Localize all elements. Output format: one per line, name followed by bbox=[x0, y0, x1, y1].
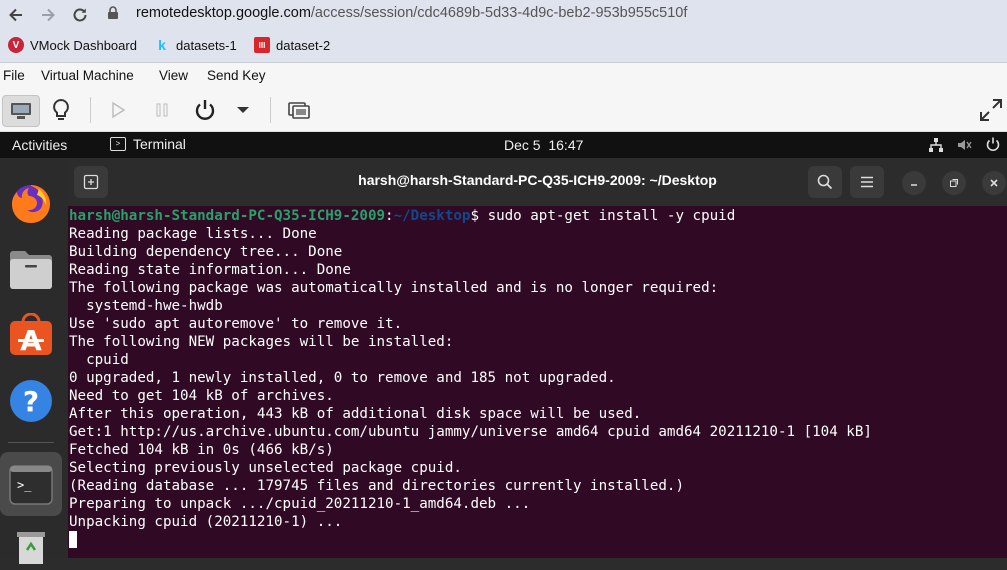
output-line: Need to get 104 kB of archives. bbox=[69, 388, 334, 404]
bookmark-label: datasets-1 bbox=[176, 37, 237, 53]
output-line: The following NEW packages will be insta… bbox=[69, 334, 454, 350]
bulb-icon[interactable] bbox=[46, 95, 76, 125]
app-store-icon[interactable]: A bbox=[8, 312, 54, 358]
hamburger-icon bbox=[861, 176, 873, 188]
terminal-headerbar: harsh@harsh-Standard-PC-Q35-ICH9-2009: ~… bbox=[68, 158, 1007, 207]
output-line: Selecting previously unselected package … bbox=[69, 460, 462, 476]
output-line: Use 'sudo apt autoremove' to remove it. bbox=[69, 316, 403, 332]
hamburger-menu-button[interactable] bbox=[850, 166, 884, 198]
display-console-icon[interactable] bbox=[2, 95, 40, 127]
screenshot-icon[interactable] bbox=[284, 95, 314, 125]
close-button[interactable] bbox=[982, 171, 1006, 195]
output-line: Get:1 http://us.archive.ubuntu.com/ubunt… bbox=[69, 424, 872, 440]
svg-text:>_: >_ bbox=[17, 478, 32, 492]
menu-virtual-machine[interactable]: Virtual Machine bbox=[41, 68, 134, 83]
dock-separator bbox=[8, 442, 54, 443]
back-arrow-icon[interactable] bbox=[4, 3, 28, 27]
volume-muted-icon[interactable] bbox=[956, 137, 972, 156]
terminal-small-icon: > bbox=[110, 137, 126, 151]
activities-button[interactable]: Activities bbox=[12, 137, 67, 153]
output-line: Reading package lists... Done bbox=[69, 226, 317, 242]
dropdown-arrow-icon[interactable] bbox=[230, 95, 256, 125]
app-menu-terminal[interactable]: > Terminal bbox=[110, 136, 186, 152]
bookmark-vmock[interactable]: V VMock Dashboard bbox=[8, 37, 137, 53]
svg-text:?: ? bbox=[23, 385, 39, 418]
output-line: Building dependency tree... Done bbox=[69, 244, 343, 260]
gnome-top-bar: Activities > Terminal Dec 5 16:47 bbox=[0, 132, 1007, 158]
search-button[interactable] bbox=[808, 166, 842, 198]
url-host: remotedesktop.google.com bbox=[136, 5, 311, 21]
bookmark-label: VMock Dashboard bbox=[30, 37, 137, 53]
restore-icon bbox=[950, 179, 958, 187]
prompt-separator: : bbox=[385, 208, 394, 224]
minimize-icon bbox=[911, 184, 917, 186]
play-icon[interactable] bbox=[104, 95, 132, 125]
terminal-icon[interactable]: >_ bbox=[8, 462, 54, 508]
iiith-icon: III bbox=[254, 37, 270, 53]
output-line: After this operation, 443 kB of addition… bbox=[69, 406, 642, 422]
output-line: Preparing to unpack .../cpuid_20211210-1… bbox=[69, 496, 531, 512]
prompt-line: harsh@harsh-Standard-PC-Q35-ICH9-2009:~/… bbox=[69, 207, 735, 225]
files-icon[interactable] bbox=[8, 246, 54, 292]
clock[interactable]: Dec 5 16:47 bbox=[504, 137, 583, 153]
vm-menu-bar: File Virtual Machine View Send Key bbox=[0, 63, 1007, 89]
fullscreen-icon[interactable] bbox=[976, 95, 1006, 125]
bookmark-label: dataset-2 bbox=[276, 37, 331, 53]
output-line: Reading state information... Done bbox=[69, 262, 351, 278]
toolbar-separator bbox=[270, 97, 271, 123]
bookmark-datasets-1[interactable]: k datasets-1 bbox=[154, 37, 237, 53]
reload-icon[interactable] bbox=[68, 3, 92, 27]
output-line: (Reading database ... 179745 files and d… bbox=[69, 478, 684, 494]
prompt-user: harsh@harsh-Standard-PC-Q35-ICH9-2009 bbox=[69, 208, 386, 224]
restore-button[interactable] bbox=[942, 171, 966, 195]
output-line: The following package was automatically … bbox=[69, 280, 719, 296]
network-icon[interactable] bbox=[928, 137, 944, 156]
prompt-dollar: $ bbox=[470, 208, 488, 224]
menu-file[interactable]: File bbox=[3, 68, 25, 83]
app-name: Terminal bbox=[133, 136, 186, 152]
trash-icon[interactable] bbox=[8, 524, 54, 570]
search-icon bbox=[817, 174, 833, 190]
close-icon bbox=[990, 179, 998, 187]
bookmark-dataset-2[interactable]: III dataset-2 bbox=[254, 37, 330, 53]
minimize-button[interactable] bbox=[902, 171, 926, 195]
text-cursor bbox=[69, 531, 77, 548]
firefox-icon[interactable] bbox=[8, 180, 54, 226]
power-icon[interactable] bbox=[190, 95, 220, 125]
output-line: Fetched 104 kB in 0s (466 kB/s) bbox=[69, 442, 334, 458]
output-line: systemd-hwe-hwdb bbox=[69, 298, 223, 314]
toolbar-separator bbox=[90, 97, 91, 123]
output-line: cpuid bbox=[69, 352, 129, 368]
forward-arrow-icon[interactable] bbox=[36, 3, 60, 27]
prompt-path: ~/Desktop bbox=[393, 208, 471, 224]
url-path: /access/session/cdc4689b-5d33-4d9c-beb2-… bbox=[310, 5, 688, 21]
ubuntu-dock: A ? >_ bbox=[0, 158, 68, 564]
power-icon[interactable] bbox=[985, 136, 1001, 155]
menu-send-key[interactable]: Send Key bbox=[207, 68, 266, 83]
output-line: Unpacking cpuid (20211210-1) ... bbox=[69, 514, 343, 530]
help-icon[interactable]: ? bbox=[8, 378, 54, 424]
cursor-line bbox=[69, 531, 77, 550]
command-text: sudo apt-get install -y cpuid bbox=[487, 208, 736, 224]
vm-toolbar bbox=[0, 89, 1007, 132]
menu-view[interactable]: View bbox=[159, 68, 188, 83]
output-line: 0 upgraded, 1 newly installed, 0 to remo… bbox=[69, 370, 616, 386]
vmock-icon: V bbox=[8, 37, 24, 53]
browser-toolbar: remotedesktop.google.com/access/session/… bbox=[0, 0, 1007, 30]
terminal-output[interactable]: harsh@harsh-Standard-PC-Q35-ICH9-2009:~/… bbox=[68, 206, 1007, 558]
site-info-icon[interactable] bbox=[104, 6, 122, 20]
kaggle-icon: k bbox=[158, 37, 166, 53]
bookmarks-bar: V VMock Dashboard k datasets-1 III datas… bbox=[0, 30, 1007, 63]
address-bar[interactable]: remotedesktop.google.com/access/session/… bbox=[104, 2, 1007, 24]
pause-icon[interactable] bbox=[148, 95, 176, 125]
